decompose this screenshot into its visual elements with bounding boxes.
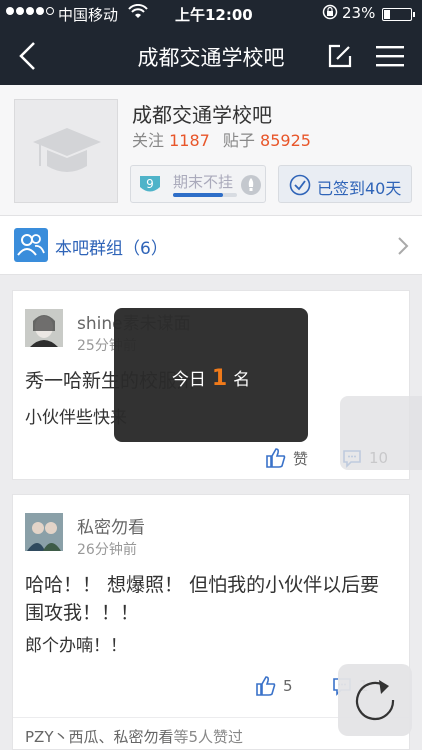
forum-groups-row[interactable]: 本吧群组（6） — [0, 215, 422, 275]
like-button[interactable]: 赞 — [265, 447, 308, 469]
level-progress-bar — [173, 193, 237, 197]
post-title[interactable]: 哈哈！！ 想爆照！ 但怕我的小伙伴以后要围攻我！！！ — [25, 571, 395, 627]
like-label: 赞 — [293, 449, 309, 468]
forum-avatar[interactable] — [14, 99, 118, 203]
signed-label: 已签到40天 — [317, 179, 402, 198]
group-icon — [14, 228, 48, 262]
follow-label: 关注 — [132, 131, 165, 150]
post-body: 小伙伴些快来 — [25, 408, 127, 428]
posts-count: 85925 — [260, 131, 311, 150]
user-name[interactable]: 私密勿看 — [77, 513, 145, 538]
toast-rank: 1 — [211, 366, 228, 391]
signal-strength-icon — [6, 7, 54, 15]
level-badge[interactable]: 9 期末不挂 — [130, 165, 266, 203]
edit-icon[interactable] — [326, 42, 354, 70]
toast-prefix: 今日 — [171, 370, 206, 390]
user-avatar[interactable] — [25, 513, 63, 551]
thumbs-up-icon — [266, 448, 286, 468]
follow-count: 1187 — [169, 131, 210, 150]
forum-stats: 关注 1187 贴子 85925 — [132, 127, 311, 151]
refresh-button[interactable] — [338, 664, 412, 736]
check-circle-icon — [289, 174, 311, 196]
nav-bar: 成都交通学校吧 — [0, 28, 422, 85]
wifi-icon — [128, 3, 148, 24]
forum-name: 成都交通学校吧 — [132, 103, 272, 127]
post-body: 郎个办喃！！ — [25, 636, 127, 656]
toast-suffix: 名 — [233, 370, 251, 390]
rank-toast: 今日 1 名 — [114, 308, 308, 442]
orientation-lock-icon — [322, 4, 338, 24]
menu-icon[interactable] — [374, 44, 406, 68]
chevron-right-icon — [398, 237, 409, 255]
groups-label: 本吧群组（6） — [55, 239, 168, 259]
battery-percent: 23% — [342, 4, 376, 22]
level-name: 期末不挂 — [173, 173, 234, 191]
post-time: 26分钟前 — [77, 542, 137, 558]
refresh-icon — [355, 680, 395, 721]
toast-message: 今日 1 名 — [114, 365, 308, 391]
level-number: 9 — [146, 177, 154, 191]
clock: 上午12:00 — [175, 6, 253, 24]
rocket-icon[interactable] — [241, 175, 261, 195]
like-count: 5 — [283, 677, 293, 695]
page-title: 成都交通学校吧 — [137, 46, 285, 70]
carrier-name: 中国移动 — [58, 6, 119, 24]
battery-icon — [382, 8, 415, 21]
thumbs-up-icon — [256, 676, 276, 696]
likers-suffix: 等5人赞过 — [173, 728, 244, 746]
status-bar: 中国移动 上午12:00 23% — [0, 0, 422, 28]
likers-names[interactable]: PZY丶西瓜、私密勿看 — [25, 728, 174, 746]
posts-label: 贴子 — [222, 131, 255, 150]
forum-header: 成都交通学校吧 关注 1187 贴子 85925 9 期末不挂 已签到40天 — [0, 85, 422, 215]
like-button[interactable]: 5 — [255, 675, 293, 697]
floating-side-panel[interactable] — [340, 396, 422, 470]
sign-in-button[interactable]: 已签到40天 — [278, 165, 412, 203]
user-avatar[interactable] — [25, 309, 63, 347]
graduation-cap-icon — [33, 128, 101, 172]
